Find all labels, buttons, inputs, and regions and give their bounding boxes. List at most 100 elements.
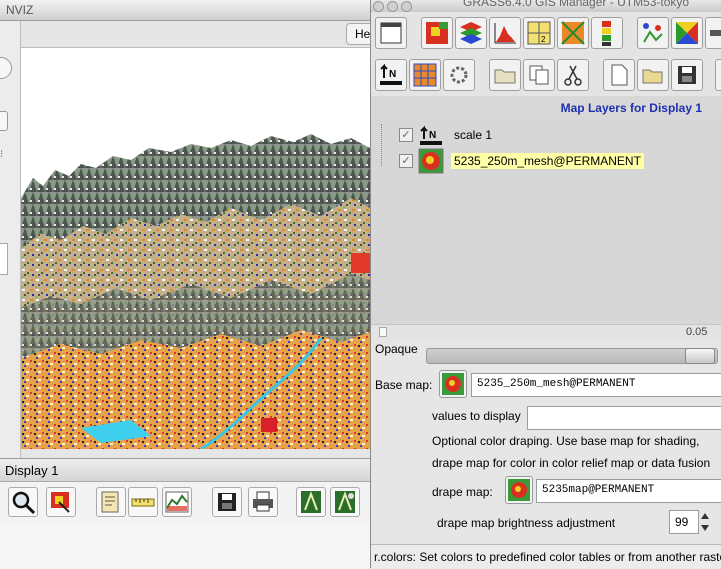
values-to-display-label: values to display [432, 409, 521, 423]
measure-icon [131, 498, 155, 507]
settings-button[interactable] [443, 59, 475, 91]
legend-button[interactable] [591, 17, 623, 49]
base-map-select-button[interactable] [439, 370, 467, 398]
profile-button[interactable] [162, 487, 192, 517]
nviz-3d-canvas[interactable] [21, 47, 370, 449]
base-map-value: 5235_250m_mesh@PERMANENT [477, 378, 636, 390]
open-workspace-button[interactable] [637, 59, 669, 91]
copy-icon [529, 65, 549, 85]
histogram-icon [494, 23, 516, 44]
zoom-window-icon[interactable] [401, 1, 412, 12]
base-map-label: Base map: [375, 378, 433, 392]
map-display-icon [380, 22, 402, 44]
cut-button[interactable] [557, 59, 589, 91]
drape-map-select-button[interactable] [505, 476, 533, 504]
brightness-field[interactable]: 99 [669, 510, 699, 534]
gis-manager-window: GRASS6.4.0 GIS Manager - UTM53-tokyo 2 N [370, 0, 721, 569]
shaded-icon [676, 22, 698, 44]
profile-icon [165, 491, 189, 513]
overlay-icon [101, 491, 119, 513]
scale-bar-icon: N [380, 63, 402, 85]
more-tools-button-2[interactable] [715, 59, 721, 91]
display-window: Display 1 [0, 458, 370, 569]
grid-button[interactable]: 2 [523, 17, 555, 49]
layer-properties-panel: Opaque Base map: 5235_250m_mesh@PERMANEN… [371, 340, 721, 569]
cut-icon [564, 65, 582, 86]
status-bar: r.colors: Set colors to predefined color… [371, 544, 721, 569]
display-title-bar: Display 1 [0, 459, 370, 482]
base-map-field[interactable]: 5235_250m_mesh@PERMANENT [471, 373, 721, 397]
print-button[interactable] [248, 487, 278, 517]
layer-checkbox[interactable]: ✓ [399, 128, 413, 142]
raster-map-icon [418, 148, 444, 174]
display-title: Display 1 [5, 463, 59, 478]
more-tools-button[interactable] [705, 17, 721, 49]
add-grid-overlay-button[interactable] [409, 59, 441, 91]
layer-checkbox[interactable]: ✓ [399, 154, 413, 168]
raster-map-icon [442, 373, 464, 395]
new-icon [611, 64, 628, 86]
copy-button[interactable] [523, 59, 555, 91]
nviz-title: NVIZ [6, 3, 34, 17]
measure-button[interactable] [128, 487, 158, 517]
add-vector-layers-button[interactable] [455, 17, 487, 49]
legend-icon [602, 21, 611, 46]
layers-heading: Map Layers for Display 1 [560, 101, 702, 115]
brightness-label: drape map brightness adjustment [437, 516, 616, 530]
help-button-label: He [355, 27, 370, 41]
opacity-slider[interactable] [426, 348, 718, 364]
opacity-slider-thumb[interactable] [685, 348, 715, 364]
minimize-window-icon[interactable] [387, 1, 398, 12]
nviz-window: NVIZ ⁝ He [0, 0, 370, 460]
map-display-button[interactable] [375, 17, 407, 49]
query-button[interactable] [46, 487, 76, 517]
slider-tick [379, 327, 387, 337]
add-vector-points-button[interactable] [637, 17, 669, 49]
layer-tree: ✓ N scale 1 ✓ 5235_250m_mesh@PERMANENT [371, 118, 721, 324]
grid-icon: 2 [527, 21, 551, 45]
print-icon [253, 491, 273, 512]
histogram-button[interactable] [489, 17, 521, 49]
drape-map-value: 5235map@PERMANENT [542, 484, 655, 496]
svg-text:2: 2 [541, 35, 546, 44]
nviz-settings-button[interactable] [330, 487, 360, 517]
view-circle-control[interactable] [0, 57, 12, 79]
layers-heading-bar: Map Layers for Display 1 [371, 96, 721, 118]
layer-row-selected[interactable]: ✓ 5235_250m_mesh@PERMANENT [371, 148, 721, 174]
opacity-value: 0.05 [686, 326, 708, 338]
save-icon [678, 66, 696, 84]
stepper-dots-icon: ⁝ [0, 149, 4, 160]
help-button[interactable]: He [346, 23, 370, 45]
side-field[interactable] [0, 243, 8, 275]
save-workspace-button[interactable] [671, 59, 703, 91]
nviz-button[interactable] [296, 487, 326, 517]
zoom-icon [12, 491, 36, 515]
save-display-button[interactable] [212, 487, 242, 517]
opacity-label: Opaque [375, 342, 418, 356]
layer-row[interactable]: ✓ N scale 1 [371, 122, 721, 148]
open-icon [642, 69, 663, 84]
settings-icon [450, 66, 468, 84]
add-scale-bar-button[interactable]: N [375, 59, 407, 91]
spin-control[interactable] [0, 111, 8, 131]
zoom-button[interactable] [8, 487, 38, 517]
rgb-icon [561, 21, 585, 45]
drape-map-field[interactable]: 5235map@PERMANENT [536, 479, 721, 503]
layer-name: scale 1 [454, 128, 493, 142]
add-group-button[interactable] [489, 59, 521, 91]
terrain-render [21, 48, 370, 449]
nviz-settings-icon [335, 491, 355, 513]
add-raster-button[interactable] [421, 17, 453, 49]
rgb-button[interactable] [557, 17, 589, 49]
layer-name: 5235_250m_mesh@PERMANENT [451, 153, 644, 169]
raster-map-icon [508, 479, 530, 501]
close-window-icon[interactable] [373, 1, 384, 12]
gis-title: GRASS6.4.0 GIS Manager - UTM53-tokyo [463, 0, 690, 9]
group-icon [494, 69, 516, 84]
values-to-display-field[interactable] [527, 406, 721, 430]
shaded-relief-button[interactable] [671, 17, 703, 49]
query-icon [51, 492, 70, 513]
overlay-button[interactable] [96, 487, 126, 517]
brightness-stepper[interactable] [699, 510, 711, 534]
new-workspace-button[interactable] [603, 59, 635, 91]
